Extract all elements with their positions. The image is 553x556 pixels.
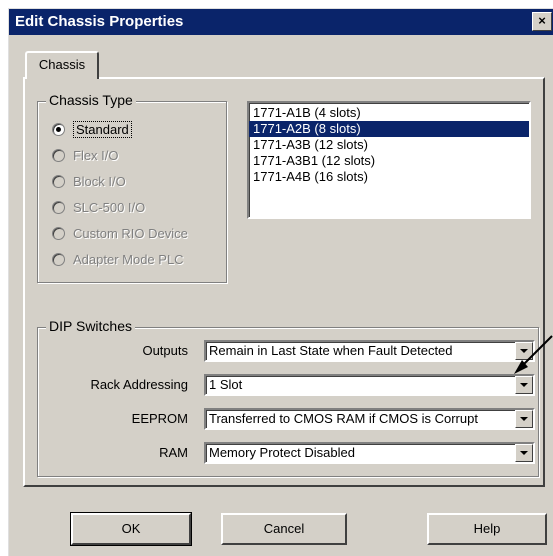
radio-standard-indicator[interactable] <box>52 123 65 137</box>
rack-addressing-dropdown-button[interactable] <box>515 376 533 394</box>
rack-addressing-label: Rack Addressing <box>90 377 188 392</box>
radio-flex-io-label: Flex I/O <box>73 148 119 163</box>
chassis-type-group: Chassis Type Standard Flex I/O Block I/O… <box>37 92 227 283</box>
radio-flex-io: Flex I/O <box>52 146 119 166</box>
radio-standard-label: Standard <box>73 121 132 138</box>
radio-custom-rio-device-indicator <box>52 227 65 241</box>
rack-addressing-select[interactable]: 1 Slot <box>204 374 535 396</box>
chevron-down-icon <box>520 451 528 455</box>
list-item[interactable]: 1771-A3B1 (12 slots) <box>249 153 529 169</box>
dip-switches-group: DIP Switches Outputs Remain in Last Stat… <box>37 318 539 477</box>
ram-value: Memory Protect Disabled <box>209 445 355 460</box>
radio-adapter-mode-plc-label: Adapter Mode PLC <box>73 252 184 267</box>
cancel-button[interactable]: Cancel <box>221 513 347 545</box>
eeprom-label: EEPROM <box>131 411 188 426</box>
radio-slc-500-io: SLC-500 I/O <box>52 198 145 218</box>
help-button[interactable]: Help <box>427 513 547 545</box>
radio-flex-io-indicator <box>52 149 65 163</box>
chevron-down-icon <box>520 383 528 387</box>
radio-slc-500-io-label: SLC-500 I/O <box>73 200 146 215</box>
radio-adapter-mode-plc: Adapter Mode PLC <box>52 250 184 270</box>
eeprom-value: Transferred to CMOS RAM if CMOS is Corru… <box>209 411 478 426</box>
ram-dropdown-button[interactable] <box>515 444 533 462</box>
dialog-title: Edit Chassis Properties <box>15 13 184 30</box>
radio-custom-rio-device: Custom RIO Device <box>52 224 188 244</box>
chevron-down-icon <box>520 417 528 421</box>
outputs-select[interactable]: Remain in Last State when Fault Detected <box>204 340 535 362</box>
radio-block-io-indicator <box>52 175 65 189</box>
close-button[interactable]: × <box>532 12 552 31</box>
eeprom-select[interactable]: Transferred to CMOS RAM if CMOS is Corru… <box>204 408 535 430</box>
tab-chassis-label: Chassis <box>38 57 86 72</box>
ok-button[interactable]: OK <box>70 512 192 546</box>
list-item-selected[interactable]: 1771-A2B (8 slots) <box>249 121 529 137</box>
list-item[interactable]: 1771-A3B (12 slots) <box>249 137 529 153</box>
radio-slc-500-io-indicator <box>52 201 65 215</box>
tab-chassis[interactable]: Chassis <box>25 51 99 79</box>
list-item[interactable]: 1771-A4B (16 slots) <box>249 169 529 185</box>
ram-label: RAM <box>159 445 188 460</box>
rack-addressing-value: 1 Slot <box>209 377 243 392</box>
chassis-model-listbox[interactable]: 1771-A1B (4 slots) 1771-A2B (8 slots) 17… <box>247 101 531 219</box>
radio-block-io: Block I/O <box>52 172 126 192</box>
eeprom-dropdown-button[interactable] <box>515 410 533 428</box>
ram-select[interactable]: Memory Protect Disabled <box>204 442 535 464</box>
close-icon: × <box>538 13 546 28</box>
dip-switches-label: DIP Switches <box>46 318 135 334</box>
title-bar[interactable]: Edit Chassis Properties × <box>9 9 553 35</box>
edit-chassis-dialog: Edit Chassis Properties × Chassis Chassi… <box>8 8 553 556</box>
radio-custom-rio-device-label: Custom RIO Device <box>73 226 188 241</box>
outputs-label: Outputs <box>142 343 188 358</box>
outputs-dropdown-button[interactable] <box>515 342 533 360</box>
radio-block-io-label: Block I/O <box>73 174 126 189</box>
list-item[interactable]: 1771-A1B (4 slots) <box>249 105 529 121</box>
radio-standard[interactable]: Standard <box>52 120 132 140</box>
radio-adapter-mode-plc-indicator <box>52 253 65 267</box>
outputs-value: Remain in Last State when Fault Detected <box>209 343 453 358</box>
chassis-type-label: Chassis Type <box>46 92 136 108</box>
chevron-down-icon <box>520 349 528 353</box>
